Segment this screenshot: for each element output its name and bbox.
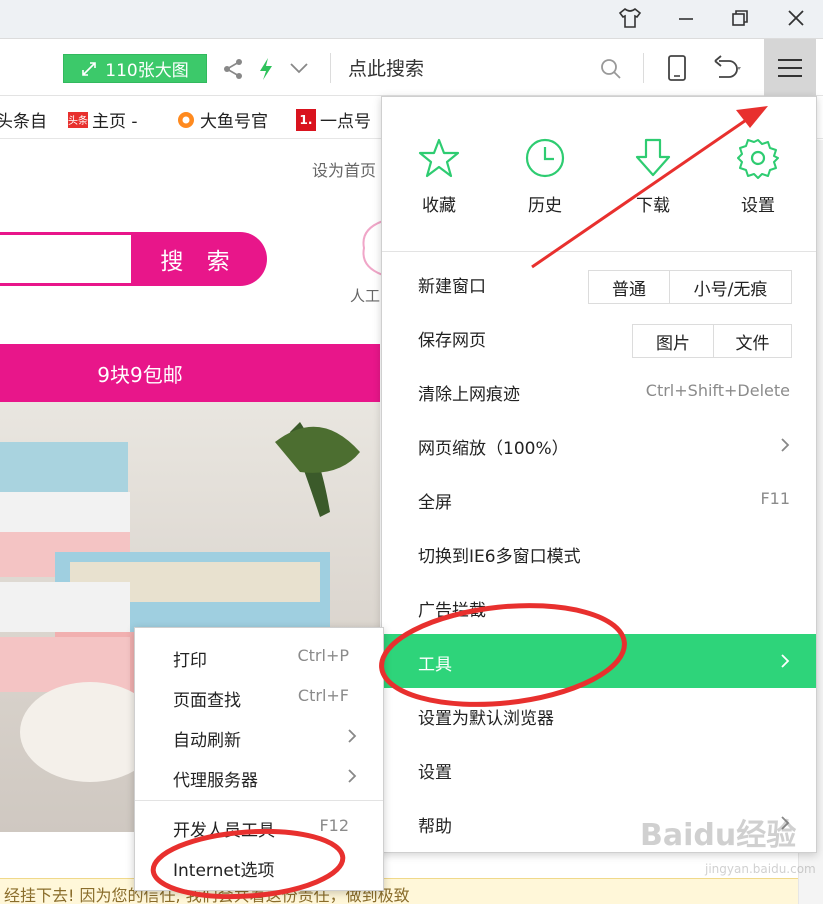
toutiao-logo-icon: 头条 xyxy=(68,111,88,128)
menu-item-clear-history[interactable]: 清除上网痕迹 Ctrl+Shift+Delete xyxy=(382,364,816,418)
search-input[interactable]: 点此搜索 xyxy=(348,54,424,81)
bookmark-item[interactable]: 头条 主页 - xyxy=(68,107,138,132)
site-search-field[interactable] xyxy=(0,232,136,286)
new-window-options: 普通 小号/无痕 xyxy=(588,270,792,304)
quick-action-favorites[interactable]: 收藏 xyxy=(394,137,484,216)
chevron-right-icon xyxy=(780,437,790,453)
menu-item-ie6-mode[interactable]: 切换到IE6多窗口模式 xyxy=(382,526,816,580)
menu-item-zoom[interactable]: 网页缩放（100%） xyxy=(382,418,816,472)
baidu-jingyan-watermark: Baidu经验 xyxy=(640,818,797,853)
bookmark-item[interactable]: 1. 一点号 xyxy=(296,107,371,132)
address-toolbar: 110张大图 点此搜索 xyxy=(0,38,823,97)
main-menu-panel: 收藏 历史 下载 设置 新建窗口 普通 小号/无痕 保存网页 图片 文件 清除上… xyxy=(381,96,817,853)
toolbar-divider xyxy=(643,53,644,83)
new-window-private-button[interactable]: 小号/无痕 xyxy=(669,271,791,303)
save-as-file-button[interactable]: 文件 xyxy=(713,325,791,357)
chevron-right-icon xyxy=(347,728,357,744)
new-window-normal-button[interactable]: 普通 xyxy=(589,271,669,303)
watermark-url: jingyan.baidu.com xyxy=(705,862,816,876)
menu-item-fullscreen[interactable]: 全屏 F11 xyxy=(382,472,816,526)
undo-icon[interactable] xyxy=(713,55,743,81)
menu-item-ad-block[interactable]: 广告拦截 xyxy=(382,580,816,634)
submenu-item-proxy[interactable]: 代理服务器 xyxy=(135,756,383,796)
share-icon[interactable] xyxy=(222,58,244,80)
close-icon[interactable] xyxy=(770,0,822,36)
menu-divider xyxy=(382,251,816,252)
side-service-text: 人工 xyxy=(350,287,381,305)
chevron-down-icon[interactable] xyxy=(289,61,309,75)
menu-item-new-window[interactable]: 新建窗口 普通 小号/无痕 xyxy=(382,256,816,310)
restore-icon[interactable] xyxy=(714,0,766,36)
tools-submenu: 打印 Ctrl+P 页面查找 Ctrl+F 自动刷新 代理服务器 开发人员工具 … xyxy=(134,627,384,891)
title-bar xyxy=(0,0,823,38)
skin-icon[interactable] xyxy=(604,0,656,36)
clock-icon xyxy=(524,137,566,179)
notice-bar: 经挂下去! 因为您的信任, 我们会共着这份责任，做到极致 xyxy=(0,878,798,904)
submenu-item-internet-options[interactable]: Internet选项 xyxy=(135,846,383,886)
menu-item-settings[interactable]: 设置 xyxy=(382,742,816,796)
phone-icon[interactable] xyxy=(667,54,687,82)
promo-banner[interactable]: 9块9包邮 xyxy=(0,344,380,402)
minimize-icon[interactable] xyxy=(660,0,712,36)
chevron-right-icon xyxy=(780,653,790,669)
quick-action-downloads[interactable]: 下载 xyxy=(608,137,698,216)
set-homepage-link[interactable]: 设为首页 xyxy=(312,157,376,181)
submenu-divider xyxy=(135,800,383,801)
yidian-logo-icon: 1. xyxy=(296,108,316,131)
bookmark-item[interactable]: 大鱼号官 xyxy=(176,107,268,132)
quick-action-settings[interactable]: 设置 xyxy=(713,137,803,216)
site-search-button[interactable]: 搜 索 xyxy=(131,232,267,286)
dayu-logo-icon xyxy=(176,110,196,130)
lightning-icon[interactable] xyxy=(257,57,275,81)
submenu-item-devtools[interactable]: 开发人员工具 F12 xyxy=(135,806,383,846)
big-image-label: 110张大图 xyxy=(105,61,189,81)
bookmark-item[interactable]: 头条自 xyxy=(0,107,47,132)
download-icon xyxy=(632,137,674,179)
search-icon[interactable] xyxy=(600,58,622,80)
submenu-item-print[interactable]: 打印 Ctrl+P xyxy=(135,636,383,676)
save-page-options: 图片 文件 xyxy=(632,324,792,358)
menu-item-save-page[interactable]: 保存网页 图片 文件 xyxy=(382,310,816,364)
star-icon xyxy=(418,137,460,179)
toolbar-divider xyxy=(330,53,331,83)
big-image-button[interactable]: 110张大图 xyxy=(63,54,207,83)
submenu-item-auto-refresh[interactable]: 自动刷新 xyxy=(135,716,383,756)
menu-item-tools[interactable]: 工具 xyxy=(382,634,816,688)
submenu-item-find[interactable]: 页面查找 Ctrl+F xyxy=(135,676,383,716)
main-menu-button[interactable] xyxy=(764,39,816,97)
save-as-image-button[interactable]: 图片 xyxy=(633,325,713,357)
menu-item-default-browser[interactable]: 设置为默认浏览器 xyxy=(382,688,816,742)
chevron-right-icon xyxy=(347,768,357,784)
expand-icon xyxy=(81,61,97,77)
gear-icon xyxy=(737,137,779,179)
quick-action-history[interactable]: 历史 xyxy=(500,137,590,216)
